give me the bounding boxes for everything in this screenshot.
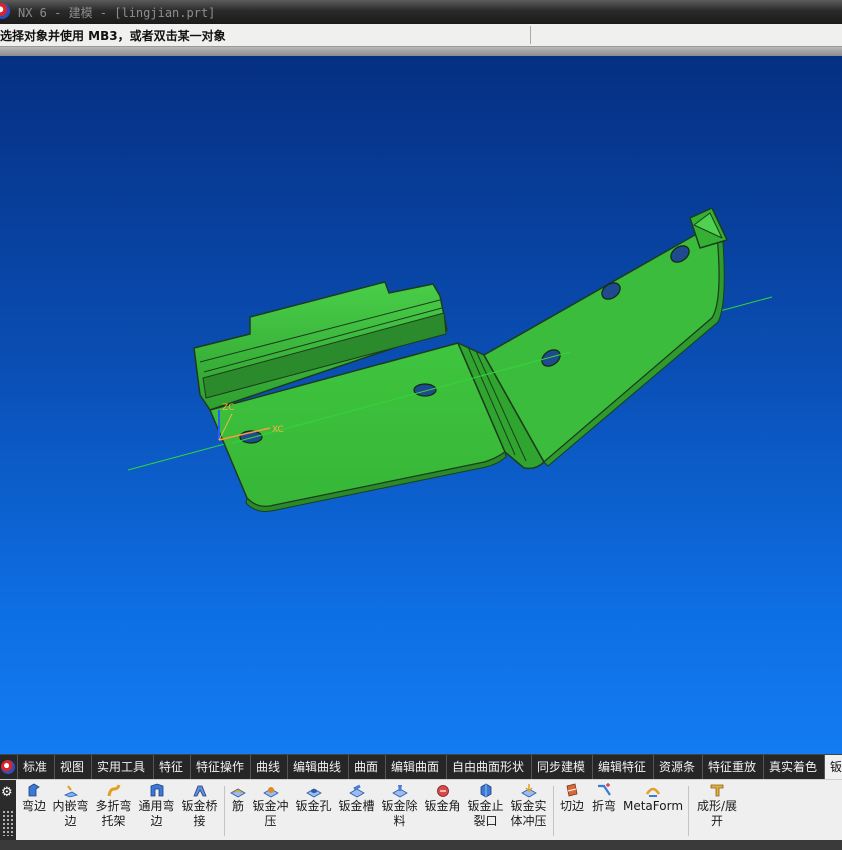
tab-edit-curve[interactable]: 编辑曲线	[287, 755, 348, 779]
cutout-button[interactable]: 钣金除料	[381, 783, 418, 829]
tab-sheet-metal[interactable]: 钣金	[824, 755, 842, 779]
toolbar-separator	[0, 47, 842, 56]
model-svg: ZC XC	[127, 207, 773, 512]
punch-button[interactable]: 钣金冲压	[252, 783, 289, 829]
tab-edit-feature[interactable]: 编辑特征	[592, 755, 653, 779]
tab-synchronous-modeling[interactable]: 同步建模	[531, 755, 592, 779]
ribbon-separator	[688, 786, 689, 836]
tab-standard[interactable]: 标准	[17, 755, 54, 779]
metaform-button[interactable]: MetaForm	[622, 783, 684, 814]
bend-button[interactable]: 折弯	[589, 783, 619, 814]
tab-edit-surface[interactable]: 编辑曲面	[385, 755, 446, 779]
wcs-z-label: ZC	[222, 403, 234, 413]
flange-icon	[28, 783, 40, 797]
tab-freeform-shape[interactable]: 自由曲面形状	[446, 755, 531, 779]
tab-feature[interactable]: 特征	[153, 755, 190, 779]
sheet-metal-part[interactable]	[193, 207, 728, 512]
status-bar	[0, 840, 842, 850]
start-menu-icon[interactable]	[1, 760, 15, 774]
tab-curve[interactable]: 曲线	[250, 755, 287, 779]
tab-true-shading[interactable]: 真实着色	[763, 755, 824, 779]
trim-edge-icon	[566, 783, 578, 797]
cue-line-bar: 选择对象并使用 MB3，或者双击某一对象	[0, 24, 842, 47]
grip-handle-icon[interactable]	[2, 810, 14, 836]
multi-bend-bracket-button[interactable]: 多折弯托架	[95, 783, 132, 829]
tab-feature-operation[interactable]: 特征操作	[190, 755, 250, 779]
sheet-metal-ribbon: ⚙ 弯边 内嵌弯边 多折弯托架 通用弯边 钣金桥接 筋 钣金冲压 钣金孔 钣金槽	[0, 779, 842, 841]
multi-bend-bracket-icon	[107, 784, 120, 797]
general-flange-icon	[150, 783, 163, 797]
tab-utilities[interactable]: 实用工具	[91, 755, 153, 779]
general-flange-button[interactable]: 通用弯边	[138, 783, 175, 829]
ribbon-options-column: ⚙	[0, 780, 16, 841]
gear-icon[interactable]: ⚙	[1, 786, 13, 799]
hole-button[interactable]: 钣金孔	[295, 783, 332, 814]
ribbon-separator	[553, 786, 554, 836]
bead-button[interactable]: 筋	[228, 783, 248, 814]
tab-view[interactable]: 视图	[54, 755, 91, 779]
cutout-icon	[391, 785, 408, 798]
flange-button[interactable]: 弯边	[18, 783, 50, 814]
metaform-icon	[645, 787, 661, 797]
bend-icon	[598, 783, 611, 796]
solid-punch-icon	[520, 784, 537, 798]
cue-text: 选择对象并使用 MB3，或者双击某一对象	[0, 29, 226, 43]
hole-icon	[305, 788, 322, 798]
slot-icon	[348, 784, 365, 798]
tab-resource-bar[interactable]: 资源条	[653, 755, 702, 779]
cue-divider	[530, 26, 531, 44]
form-unform-button[interactable]: 成形/展开	[692, 783, 742, 829]
bead-icon	[230, 788, 246, 798]
graphics-viewport[interactable]: ZC XC	[0, 56, 842, 754]
tab-feature-replay[interactable]: 特征重放	[702, 755, 763, 779]
window-title: NX 6 - 建模 - [lingjian.prt]	[18, 6, 216, 20]
bridge-button[interactable]: 钣金桥接	[181, 783, 218, 829]
relief-button[interactable]: 钣金止裂口	[467, 783, 504, 829]
inset-flange-button[interactable]: 内嵌弯边	[52, 783, 89, 829]
form-unform-icon	[710, 784, 724, 797]
solid-punch-button[interactable]: 钣金实体冲压	[510, 783, 547, 829]
relief-icon	[480, 783, 491, 798]
punch-icon	[262, 787, 279, 798]
ribbon-tab-bar: 标准 视图 实用工具 特征 特征操作 曲线 编辑曲线 曲面 编辑曲面 自由曲面形…	[0, 754, 842, 780]
corner-icon	[436, 785, 449, 797]
bridge-icon	[192, 785, 207, 797]
hole-2	[413, 383, 437, 397]
title-bar: NX 6 - 建模 - [lingjian.prt]	[0, 0, 842, 24]
trim-edge-button[interactable]: 切边	[557, 783, 587, 814]
wcs-x-label: XC	[272, 425, 284, 435]
slot-button[interactable]: 钣金槽	[338, 783, 375, 814]
nx-logo-icon[interactable]	[0, 3, 10, 19]
corner-button[interactable]: 钣金角	[424, 783, 461, 814]
inset-flange-icon	[63, 785, 78, 798]
tab-surface[interactable]: 曲面	[348, 755, 385, 779]
ribbon-separator	[224, 786, 225, 836]
